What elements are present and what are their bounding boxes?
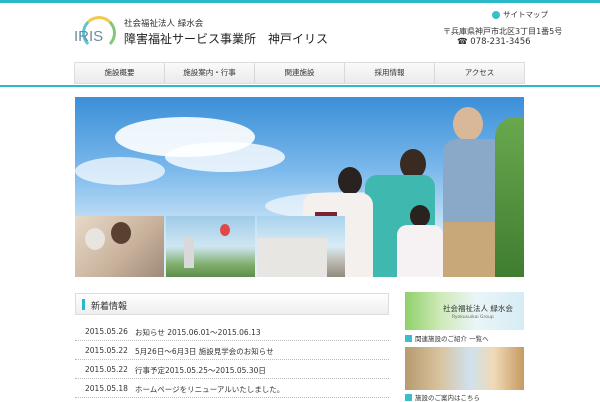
nav-accent-line <box>0 85 600 87</box>
sitemap-link[interactable]: サイトマップ <box>492 9 548 20</box>
thumb-photo-balloon <box>166 216 255 277</box>
global-nav: 施設概要 施設案内・行事 関連施設 採用情報 アクセス <box>74 62 525 84</box>
news-item[interactable]: 2015.05.26 お知らせ 2015.06.01～2015.06.13 <box>75 322 389 341</box>
address: 〒兵庫県神戸市北区3丁目1番5号 <box>443 27 563 36</box>
news-header: 新着情報 <box>75 293 389 315</box>
arrow-icon <box>405 393 412 401</box>
news-title: 新着情報 <box>91 302 128 312</box>
thumb-photo-building <box>257 216 345 277</box>
facility-photo-banner[interactable] <box>405 347 524 390</box>
logo-text: IRIS <box>74 28 104 45</box>
news-item[interactable]: 2015.05.22 5月26日～6月3日 施設見学会のお知らせ <box>75 341 389 360</box>
arrow-icon <box>405 334 412 342</box>
facility-name: 障害福祉サービス事業所 神戸イリス <box>124 32 329 46</box>
facility-guide-link[interactable]: 施設のご案内はこちら <box>405 392 480 402</box>
thumb-photo-elderly <box>75 216 164 277</box>
top-accent-line <box>0 0 600 3</box>
iris-logo[interactable]: IRIS <box>74 16 118 50</box>
hero-image <box>75 97 524 277</box>
news-item[interactable]: 2015.05.22 行事予定2015.05.25～2015.05.30日 <box>75 360 389 379</box>
nav-item-recruit[interactable]: 採用情報 <box>345 63 435 83</box>
bullet-icon <box>492 10 500 19</box>
sitemap-label: サイトマップ <box>503 10 548 19</box>
related-facilities-link[interactable]: 関連施設のご紹介 一覧へ <box>405 333 489 343</box>
nav-item-guide[interactable]: 施設案内・行事 <box>165 63 255 83</box>
news-item[interactable]: 2015.05.18 ホームページをリニューアルいたしました。 <box>75 379 389 398</box>
organization-name: 社会福祉法人 緑水会 <box>124 19 204 29</box>
nav-item-access[interactable]: アクセス <box>435 63 524 83</box>
banner-title: 社会福祉法人 緑水会 <box>443 304 513 313</box>
banner-subtitle: Ryokusuikai Group <box>452 315 494 320</box>
nav-item-related[interactable]: 関連施設 <box>255 63 345 83</box>
phone-number: ☎ 078-231-3456 <box>457 37 531 47</box>
ryokusuikai-banner[interactable]: 社会福祉法人 緑水会 Ryokusuikai Group <box>405 292 524 330</box>
nav-item-overview[interactable]: 施設概要 <box>75 63 165 83</box>
